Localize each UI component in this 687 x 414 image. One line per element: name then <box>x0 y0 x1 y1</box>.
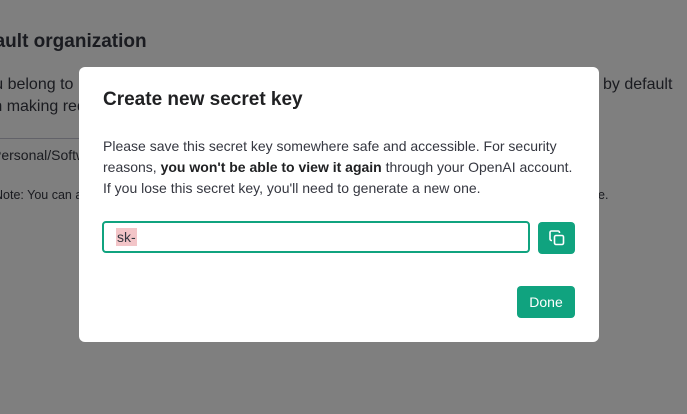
done-button[interactable]: Done <box>517 286 575 318</box>
secret-key-field[interactable]: sk- <box>102 221 530 253</box>
description-warning: you won't be able to view it again <box>160 159 382 175</box>
copy-button[interactable] <box>538 222 575 254</box>
openai-brand-text: OpenAI <box>468 159 516 175</box>
modal-title: Create new secret key <box>103 89 303 110</box>
copy-icon <box>548 230 564 246</box>
modal-description: Please save this secret key somewhere sa… <box>103 136 579 199</box>
secret-key-value[interactable]: sk- <box>116 228 137 246</box>
secret-key-modal: Create new secret key Please save this s… <box>79 67 599 342</box>
description-text-2: through your <box>381 159 469 175</box>
